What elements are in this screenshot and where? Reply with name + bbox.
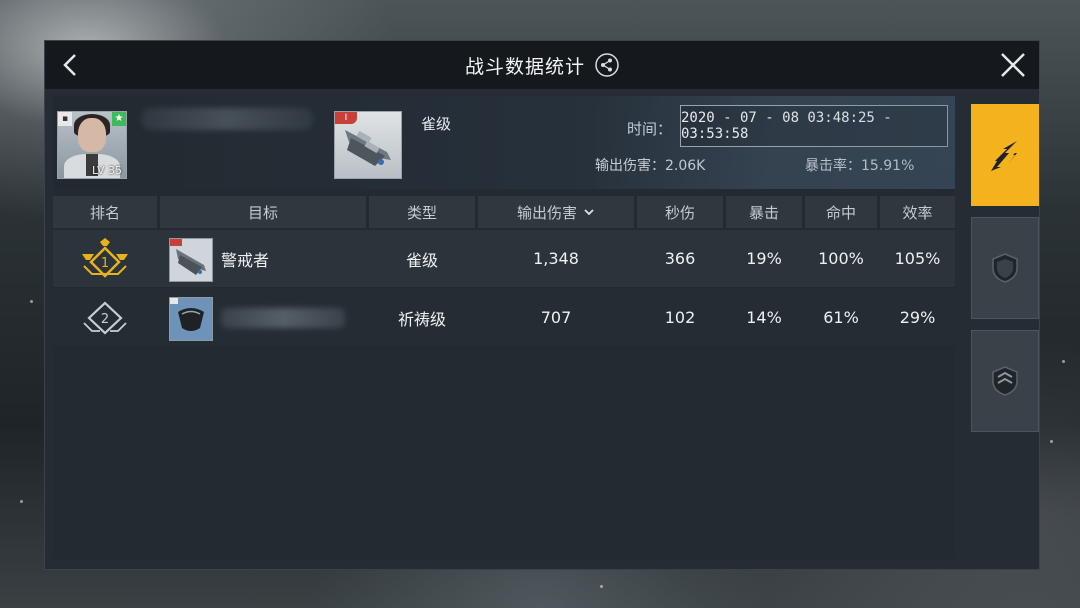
rank-badge-silver: 2	[53, 289, 157, 346]
attack-ships-icon	[991, 141, 1019, 171]
col-hit: 命中	[805, 196, 877, 228]
col-damage-label: 输出伤害	[516, 203, 577, 222]
col-crit: 暴击	[726, 196, 802, 228]
efficiency-value: 29%	[899, 308, 936, 327]
col-target: 目标	[160, 196, 366, 228]
page-title: 战斗数据统计	[464, 55, 585, 78]
card-badge-icon: ▪	[58, 112, 72, 126]
crit-value: 19%	[746, 249, 782, 268]
stats-content: ▪ ★ LV 35 I 雀级 时间： 2020 - 07 - 08 03:48:…	[53, 96, 955, 559]
ship-tier-tag: I	[335, 112, 357, 124]
damage-value: 1,348	[533, 249, 579, 268]
table-row[interactable]: 1 警戒者 雀级 1,348 366 19% 100% 105%	[53, 230, 955, 287]
crit-value: 14%	[746, 308, 782, 327]
table-row[interactable]: 2 祈祷级 707 102 14% 61% 29%	[53, 289, 955, 346]
crown-rank-icon: 1	[82, 237, 128, 278]
table-header: 排名 目标 类型 输出伤害 秒伤 暴击 命中 效率	[53, 196, 955, 228]
background-star	[600, 585, 603, 588]
rank-number: 1	[101, 256, 109, 271]
target-name-redacted	[221, 308, 345, 328]
hit-value: 61%	[823, 308, 859, 327]
target-type: 祈祷级	[397, 309, 446, 329]
damage-value: 707	[540, 308, 572, 327]
background-star	[1050, 440, 1053, 443]
armor-shield-icon	[992, 366, 1018, 396]
col-rank: 排名	[53, 196, 157, 228]
col-type: 类型	[369, 196, 475, 228]
dps-value: 102	[664, 308, 696, 327]
share-icon	[595, 53, 619, 77]
col-dps: 秒伤	[637, 196, 723, 228]
dps-value: 366	[664, 249, 696, 268]
battle-stats-panel: 战斗数据统计 ▪ ★ LV 35 I 雀级 时间： 2020 - 07 - 08…	[44, 40, 1040, 570]
star-icon: ★	[112, 112, 126, 126]
battle-time-range: 2020 - 07 - 08 03:48:25 - 03:53:58	[680, 105, 948, 147]
background-star	[1062, 360, 1065, 363]
ship-class: 雀级	[421, 115, 452, 133]
col-damage-sort[interactable]: 输出伤害	[478, 196, 634, 228]
title-bar: 战斗数据统计	[45, 41, 1039, 89]
close-button[interactable]	[997, 49, 1029, 81]
target-name: 警戒者	[221, 250, 270, 270]
col-efficiency: 效率	[880, 196, 955, 228]
hit-value: 100%	[818, 249, 864, 268]
ship-thumbnail[interactable]: I	[334, 111, 402, 179]
crit-rate: 暴击率：15.91%	[805, 158, 915, 174]
tab-damage-blocked[interactable]	[971, 330, 1039, 432]
target-ship-icon	[169, 297, 213, 341]
tab-damage-output[interactable]	[971, 104, 1039, 206]
total-damage: 输出伤害：2.06K	[595, 158, 706, 174]
player-summary: ▪ ★ LV 35 I 雀级 时间： 2020 - 07 - 08 03:48:…	[53, 96, 955, 189]
rank-number: 2	[101, 312, 109, 327]
tab-damage-taken[interactable]	[971, 217, 1039, 319]
cruiser-ship-icon	[170, 298, 212, 340]
player-name-redacted	[141, 108, 313, 130]
shield-icon	[992, 253, 1018, 283]
chevron-down-icon	[584, 209, 594, 216]
player-level: LV 35	[92, 164, 122, 177]
rank-diamond-icon: 2	[83, 300, 127, 335]
rank-badge-gold: 1	[53, 230, 157, 287]
background-star	[30, 300, 33, 303]
frigate-ship-icon	[170, 239, 212, 281]
player-avatar[interactable]: ▪ ★ LV 35	[57, 111, 127, 179]
time-label: 时间：	[627, 120, 673, 138]
target-ship-icon	[169, 238, 213, 282]
efficiency-value: 105%	[894, 249, 941, 268]
close-icon	[1001, 53, 1025, 77]
background-star	[20, 500, 23, 503]
target-type: 雀级	[405, 250, 438, 270]
share-button[interactable]	[595, 53, 619, 77]
